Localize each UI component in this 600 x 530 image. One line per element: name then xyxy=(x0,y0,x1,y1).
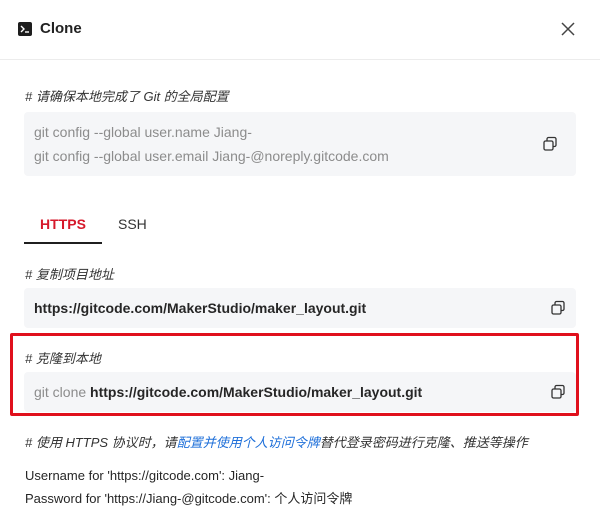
https-note-prefix: # 使用 HTTPS 协议时，请 xyxy=(25,435,177,450)
copy-icon xyxy=(543,136,557,151)
password-hint: Password for 'https://Jiang-@gitcode.com… xyxy=(25,491,353,506)
protocol-tabs: HTTPS SSH xyxy=(24,206,576,244)
access-token-link[interactable]: 配置并使用个人访问令牌 xyxy=(177,435,320,450)
close-button[interactable] xyxy=(557,18,579,40)
https-note: # 使用 HTTPS 协议时，请配置并使用个人访问令牌替代登录密码进行克隆、推送… xyxy=(25,432,528,451)
config-comment: # 请确保本地完成了 Git 的全局配置 xyxy=(25,89,229,104)
close-icon xyxy=(561,22,575,36)
tab-https[interactable]: HTTPS xyxy=(24,206,102,244)
repo-url: https://gitcode.com/MakerStudio/maker_la… xyxy=(34,300,367,316)
https-note-suffix: 替代登录密码进行克隆、推送等操作 xyxy=(319,435,528,450)
config-line-email: git config --global user.email Jiang-@no… xyxy=(34,148,389,164)
copy-url-button[interactable] xyxy=(550,300,566,316)
terminal-icon xyxy=(18,22,32,36)
dialog-title: Clone xyxy=(40,20,82,37)
config-line-name: git config --global user.name Jiang- xyxy=(34,124,252,140)
tab-ssh[interactable]: SSH xyxy=(118,206,147,242)
copy-icon xyxy=(551,300,565,315)
config-code-box: git config --global user.name Jiang- git… xyxy=(24,112,576,176)
copy-config-button[interactable] xyxy=(542,136,558,152)
repo-url-box: https://gitcode.com/MakerStudio/maker_la… xyxy=(24,288,576,328)
clone-highlight-frame xyxy=(10,333,579,416)
username-hint: Username for 'https://gitcode.com': Jian… xyxy=(25,468,265,483)
copy-url-comment: # 复制项目地址 xyxy=(25,267,114,282)
dialog-header: Clone xyxy=(0,0,600,60)
